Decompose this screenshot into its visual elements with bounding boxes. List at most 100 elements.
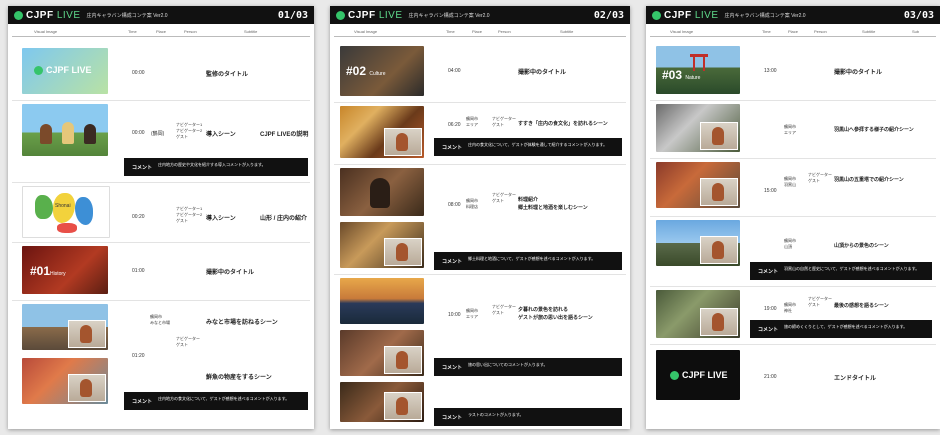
visual-thumbnail <box>656 290 740 338</box>
time-cell: 19:00 <box>764 306 777 312</box>
place-cell: (鶴岡) <box>151 131 165 137</box>
person-cell: ナビゲーター ゲスト <box>808 296 832 307</box>
time-cell: 00:00 <box>132 70 145 76</box>
storyboard-page-1: CJPF LIVE 庄内キャラバン構成コンテ案 Ver2.0 01/03 Vis… <box>8 6 314 429</box>
person-cell: ナビゲーター ゲスト <box>492 116 516 127</box>
visual-thumbnail <box>656 104 740 152</box>
column-headers: Visual Image Time Place Person Subtitle <box>334 27 626 37</box>
storyboard-page-2: CJPF LIVE 庄内キャラバン構成コンテ案 Ver2.0 02/03 Vis… <box>330 6 630 429</box>
visual-thumbnail <box>656 220 740 266</box>
map-thumbnail: Shonai <box>22 186 110 238</box>
place-cell: 鶴岡市 エリア <box>784 124 796 135</box>
comment-bar: コメント 旅の思い出についてのコメントが入ります。 <box>434 358 622 376</box>
time-cell: 08:00 <box>448 202 461 208</box>
subtitle-cell-2: 郷土料理と地酒を楽しむシーン <box>518 205 588 211</box>
comment-bar: コメント 旅の締めくくりとして、ゲストが感想を述べるコメントが入ります。 <box>750 320 932 338</box>
place-cell: 鶴岡市 エリア <box>466 308 478 319</box>
subtitle-cell: 撮影中のタイトル <box>206 270 255 276</box>
visual-thumbnail <box>22 104 108 156</box>
guest-pip <box>384 392 422 420</box>
subtitle-cell: みなと市場を訪ねるシーン <box>206 320 278 326</box>
time-cell: 21:00 <box>764 374 777 380</box>
time-cell: 01:00 <box>132 268 145 274</box>
subtitle-cell: 導入シーン <box>206 132 236 138</box>
page-header: CJPF LIVE 庄内キャラバン構成コンテ案 Ver2.0 01/03 <box>8 6 314 24</box>
visual-thumbnail <box>340 278 424 324</box>
storyboard-page-3: CJPF LIVE 庄内キャラバン構成コンテ案 Ver2.0 03/03 Vis… <box>646 6 940 429</box>
guest-pip <box>68 374 106 402</box>
subtitle-cell: 導入シーン <box>206 216 236 222</box>
subtitle-cell: 撮影中のタイトル <box>518 70 567 76</box>
guest-pip <box>384 346 422 374</box>
visual-thumbnail: CJPF LIVE <box>22 48 108 94</box>
visual-thumbnail <box>22 304 108 350</box>
time-cell: 00:00 <box>132 130 145 136</box>
subtitle-cell: すすき「庄内の食文化」を訪れるシーン <box>518 121 608 127</box>
guest-pip <box>700 178 738 206</box>
person-cell: ナビゲーター ゲスト <box>176 336 200 347</box>
place-cell: 鶴岡市 エリア <box>466 116 478 127</box>
visual-thumbnail <box>340 222 424 268</box>
header-subtitle: 庄内キャラバン構成コンテ案 Ver2.0 <box>724 12 806 19</box>
subtitle-cell: 最後の感想を語るシーン <box>834 303 889 309</box>
guest-pip <box>700 236 738 264</box>
place-cell: 鶴岡市 羽黒山 <box>784 176 796 187</box>
guest-pip <box>68 320 106 348</box>
title-card-thumbnail: #03 Nature <box>656 46 740 94</box>
person-cell: ナビゲーター ゲスト <box>492 192 516 203</box>
subtitle-cell: 羽黒山の五重塔での紹介シーン <box>834 177 904 183</box>
person-cell: ナビゲーター1 ナビゲーター2 ゲスト <box>176 122 203 139</box>
time-cell: 06:20 <box>448 122 461 128</box>
logo: CJPF LIVE <box>348 9 403 21</box>
column-headers: Visual Image Time Place Person Subtitle <box>12 27 310 37</box>
comment-bar: コメント 庄内地方の歴史や文化を紹介する導入コメントが入ります。 <box>124 158 308 176</box>
logo-dot-icon <box>336 10 345 20</box>
visual-thumbnail <box>340 382 424 422</box>
time-cell: 01:20 <box>132 353 145 359</box>
visual-thumbnail <box>340 330 424 376</box>
subtitle-cell: 羽黒山へ参拝する様子の紹介シーン <box>834 127 914 133</box>
subtitle-cell: 撮影中のタイトル <box>834 70 883 76</box>
guest-pip <box>700 308 738 336</box>
page-number: 03/03 <box>903 9 934 21</box>
title-card-thumbnail: #01History <box>22 246 108 294</box>
comment-bar: コメント 庄内の食文化について、ゲストが体験を通して紹介するコメントが入ります。 <box>434 138 622 156</box>
person-cell: ナビゲーター ゲスト <box>808 172 832 183</box>
end-card-thumbnail: CJPF LIVE <box>656 350 740 400</box>
place-cell: 鶴岡市 みなと市場 <box>150 314 170 325</box>
time-cell: 04:00 <box>448 68 461 74</box>
person-cell: ナビゲーター ゲスト <box>492 304 516 315</box>
header-subtitle: 庄内キャラバン構成コンテ案 Ver2.0 <box>408 12 490 19</box>
time-cell: 15:00 <box>764 188 777 194</box>
subtitle-cell: 監修のタイトル <box>206 72 249 78</box>
page-number: 01/03 <box>277 9 308 21</box>
guest-pip <box>700 122 738 150</box>
comment-bar: コメント 庄内地方の食文化について、ゲストが感想を述べるコメントが入ります。 <box>124 392 308 410</box>
visual-thumbnail <box>340 168 424 216</box>
subtitle-cell-2: CJPF LIVEの説明 <box>260 132 309 138</box>
column-headers: Visual Image Time Place Person Subtitle … <box>650 27 936 37</box>
title-card-thumbnail: #02 Culture <box>340 46 424 96</box>
page-header: CJPF LIVE 庄内キャラバン構成コンテ案 Ver2.0 02/03 <box>330 6 630 24</box>
comment-bar: コメント ラストのコメントが入ります。 <box>434 408 622 426</box>
page-number: 02/03 <box>593 9 624 21</box>
logo: CJPF LIVE <box>664 9 719 21</box>
visual-thumbnail <box>340 106 424 158</box>
visual-thumbnail <box>656 162 740 208</box>
person-cell: ナビゲーター1 ナビゲーター2 ゲスト <box>176 206 203 223</box>
subtitle-cell: エンドタイトル <box>834 376 877 382</box>
comment-bar: コメント 羽黒山の自然と歴史について、ゲストが感想を述べるコメントが入ります。 <box>750 262 932 280</box>
subtitle-cell-2: 鮮魚の物産をするシーン <box>206 375 272 381</box>
page-header: CJPF LIVE 庄内キャラバン構成コンテ案 Ver2.0 03/03 <box>646 6 940 24</box>
place-cell: 鶴岡市 神社 <box>784 302 796 313</box>
guest-pip <box>384 238 422 266</box>
time-cell: 10:00 <box>448 312 461 318</box>
time-cell: 13:00 <box>764 68 777 74</box>
visual-thumbnail <box>22 358 108 404</box>
subtitle-cell: 山頂からの景色のシーン <box>834 243 889 249</box>
subtitle-cell: 料理紹介 <box>518 197 539 203</box>
logo-dot-icon <box>652 10 661 20</box>
logo-dot-icon <box>14 10 23 20</box>
place-cell: 鶴岡市 山頂 <box>784 238 796 249</box>
place-cell: 鶴岡市 料理店 <box>466 198 478 209</box>
